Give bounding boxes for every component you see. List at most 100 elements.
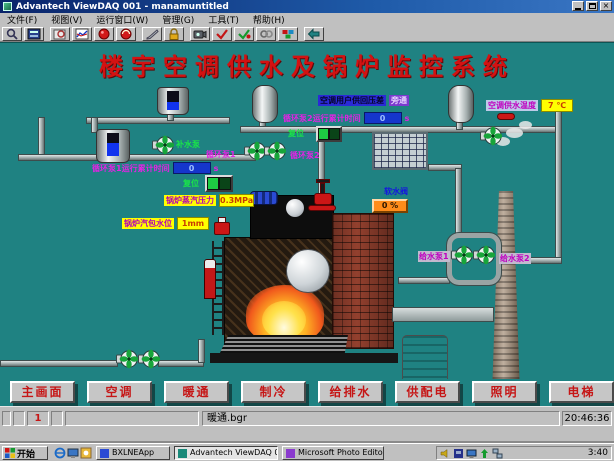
palette-icon[interactable] [278,27,298,41]
status-cell [13,411,25,426]
ack-green-icon[interactable] [234,27,254,41]
channels-icon[interactable] [80,447,92,459]
menu-tools[interactable]: 工具(T) [201,13,246,26]
trend-chart-icon[interactable] [72,27,92,41]
blower-pump1-icon[interactable] [116,349,138,369]
circulation-pump1-icon[interactable] [244,141,266,161]
nav-air-conditioning[interactable]: 空调 [87,381,152,403]
ack-red-icon[interactable] [212,27,232,41]
task-viewdaq[interactable]: Advantech ViewDAQ 001 [174,446,278,460]
start-label: 开始 [17,447,35,460]
menu-run-window[interactable]: 运行窗口(W) [89,13,155,26]
task-icon [286,449,295,458]
nav-main-screen[interactable]: 主画面 [10,381,75,403]
reset-label-top: 复位 [288,128,304,139]
supply-temp-group: 空调供水温度 7 ℃ [486,99,573,112]
circ-pump2-label: 循环泵2 [290,150,320,161]
display-icon[interactable] [453,448,464,459]
close-button[interactable]: × [600,1,612,11]
feed-pump1-icon[interactable] [451,245,473,265]
pipe [0,360,118,367]
pen-icon[interactable] [142,27,162,41]
ie-icon[interactable] [54,447,66,459]
nav-lighting[interactable]: 照明 [472,381,537,403]
alarm-ball-icon[interactable] [94,27,114,41]
circulation-pump2-icon[interactable] [264,141,286,161]
system-tray: 3:40 [436,446,612,460]
hmi-canvas: 楼宇空调供水及锅炉监控系统 [0,42,614,406]
lock-icon[interactable] [164,27,184,41]
pipe [38,117,45,159]
volume-icon[interactable] [440,448,451,459]
menu-help[interactable]: 帮助(H) [246,13,292,26]
drum-valve[interactable] [214,222,230,235]
right-supply-tank [448,85,474,123]
task-label: BXLNEApp [112,447,154,459]
blower-pump2-icon[interactable] [138,349,160,369]
boiler-flame-core [262,301,306,339]
menu-manage[interactable]: 管理(G) [155,13,201,26]
makeup-pump-label: 补水泵 [176,139,200,150]
task-label: Microsoft Photo Editor [298,447,384,459]
task-photo-editor[interactable]: Microsoft Photo Editor [282,446,384,460]
expansion-tank [252,85,278,123]
alarm-bell-icon[interactable] [116,27,136,41]
updown-icon[interactable] [479,448,490,459]
supply-pump-icon[interactable] [480,126,502,146]
minimize-button[interactable] [572,1,584,11]
menu-file[interactable]: 文件(F) [0,13,44,26]
nav-refrigeration[interactable]: 制冷 [241,381,306,403]
task-icon [178,449,187,458]
nav-power-supply[interactable]: 供配电 [395,381,460,403]
app-icon [3,2,12,11]
status-filename: 暖通.bgr [202,411,560,426]
chimney [490,191,522,397]
task-icon [100,449,109,458]
title-bar: Advantech ViewDAQ 001 - manamuntitled × [0,0,614,13]
report-preview-icon[interactable] [50,27,70,41]
boiler-steam-drum [286,249,330,293]
panel-icon[interactable] [24,27,44,41]
feed-pump1-label: 给水泵1 [418,251,450,262]
maximize-button[interactable] [586,1,598,11]
network-icon[interactable] [492,448,503,459]
nav-hvac[interactable]: 暖通 [164,381,229,403]
pipe [86,117,230,124]
nav-elevator[interactable]: 电梯 [549,381,614,403]
status-bar: 1 暖通.bgr 20:46:36 [0,406,614,443]
makeup-water-tank [157,87,189,115]
burner [204,259,216,299]
right-line-valve[interactable] [497,113,515,120]
pump1-timer-value: 0 [173,162,211,174]
task-bxlneapp[interactable]: BXLNEApp [96,446,170,460]
reset-toggle-top[interactable] [316,126,342,142]
back-arrow-icon[interactable] [304,27,324,41]
pump1-timer-unit: s [214,163,219,174]
drum-level-group: 锅炉汽包水位 1mm [122,217,209,230]
status-cell [65,411,199,426]
camera-icon[interactable] [190,27,210,41]
pump1-timer-label: 循环泵1运行累计时间 [92,163,170,174]
soft-valve-value: 0 % [372,199,408,213]
soft-water-valve-body[interactable] [314,193,332,205]
pressure-diff-label-group: 空调用户供回压差 旁通 [318,95,409,106]
nav-water-drainage[interactable]: 给排水 [318,381,383,403]
window-title: Advantech ViewDAQ 001 - manamuntitled [16,2,229,12]
menu-view[interactable]: 视图(V) [44,13,89,26]
start-button[interactable]: 开始 [2,446,48,460]
hmi-title: 楼宇空调供水及锅炉监控系统 [0,47,614,82]
status-clock: 20:46:36 [562,411,612,426]
search-icon[interactable] [2,27,22,41]
monitor-icon[interactable] [466,448,477,459]
pipe [555,109,562,263]
feed-pump2-label: 给水泵2 [499,253,531,264]
link-icon[interactable] [256,27,276,41]
drum-level-label: 锅炉汽包水位 [122,218,174,229]
makeup-pump-icon[interactable] [152,135,174,155]
boiler-brick-wall [332,213,394,349]
soft-water-tank [372,132,428,170]
feed-pump2-icon[interactable] [473,245,495,265]
desktop-icon[interactable] [67,447,79,459]
steam-pressure-value: 0.3MPa [219,194,254,207]
reset-toggle-mid[interactable] [205,175,233,192]
